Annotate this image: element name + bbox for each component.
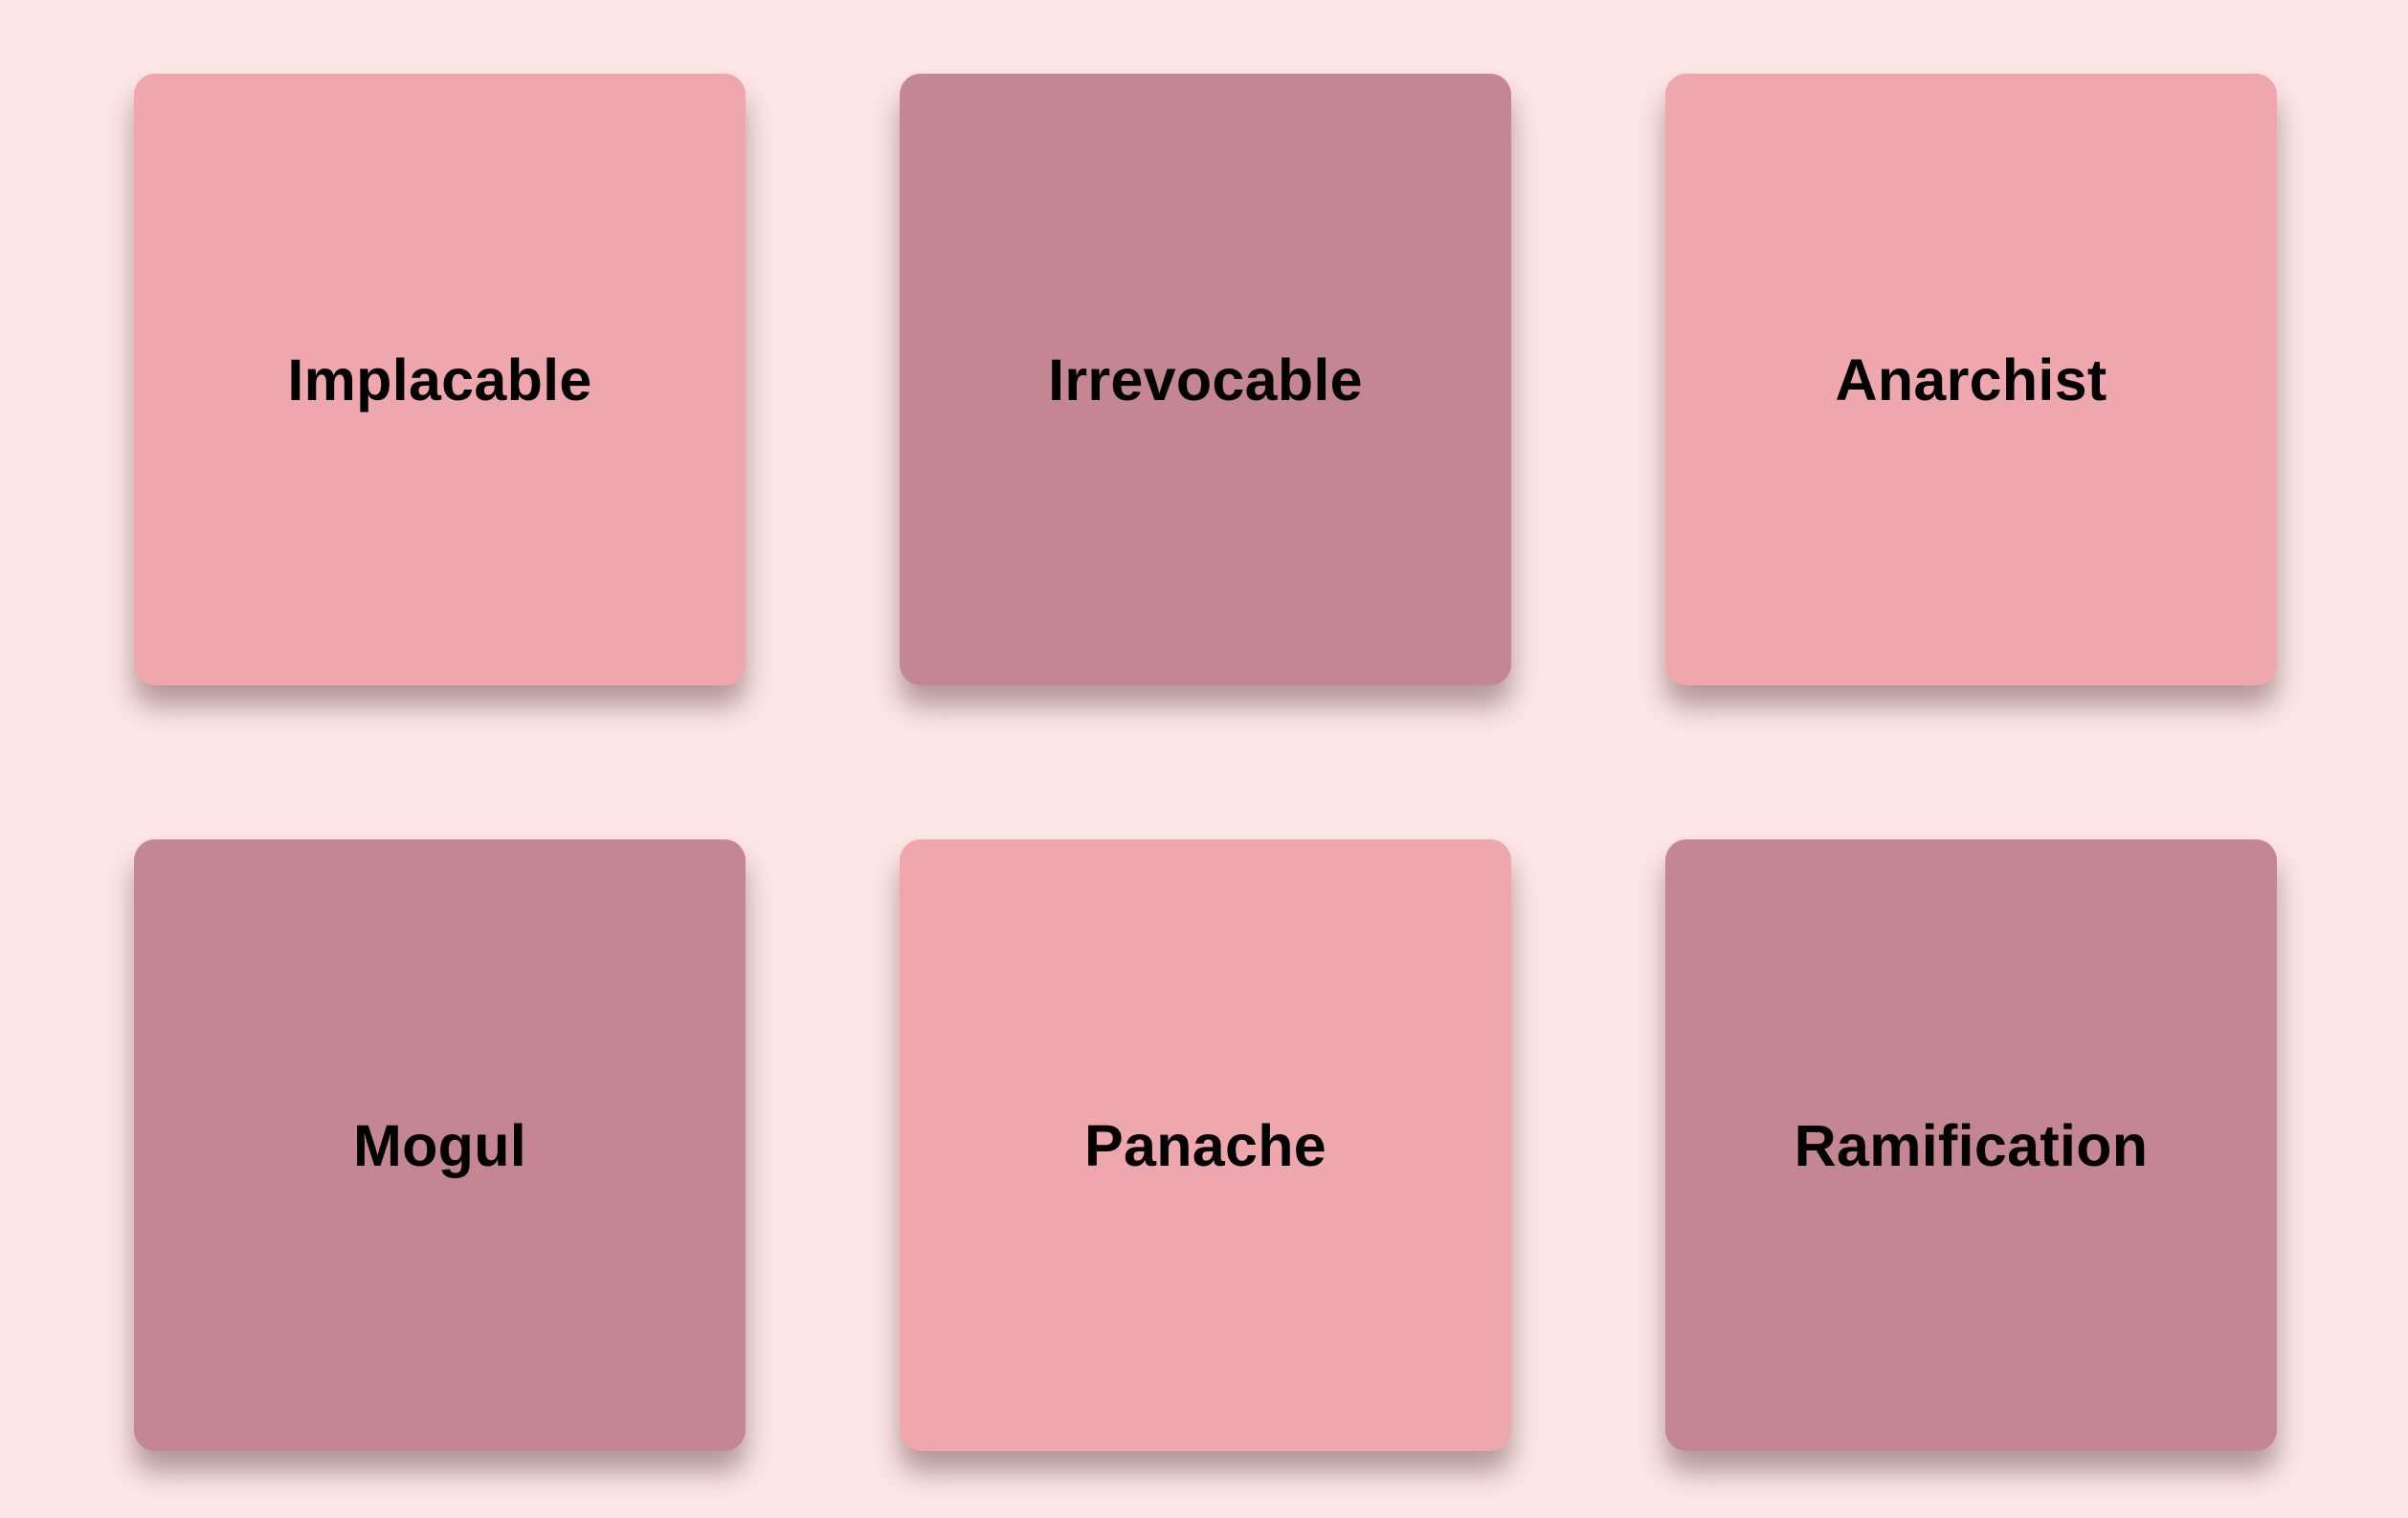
card-anarchist[interactable]: Anarchist xyxy=(1665,74,2277,685)
card-mogul[interactable]: Mogul xyxy=(134,839,746,1451)
card-label: Implacable xyxy=(287,346,592,413)
card-label: Mogul xyxy=(352,1112,527,1178)
card-ramification[interactable]: Ramification xyxy=(1665,839,2277,1451)
card-label: Irrevocable xyxy=(1048,346,1363,413)
card-grid: Implacable Irrevocable Anarchist Mogul P… xyxy=(0,0,2408,1518)
card-label: Panache xyxy=(1083,1112,1327,1178)
card-implacable[interactable]: Implacable xyxy=(134,74,746,685)
card-irrevocable[interactable]: Irrevocable xyxy=(900,74,1511,685)
card-label: Anarchist xyxy=(1835,346,2107,413)
card-panache[interactable]: Panache xyxy=(900,839,1511,1451)
card-label: Ramification xyxy=(1794,1112,2149,1178)
